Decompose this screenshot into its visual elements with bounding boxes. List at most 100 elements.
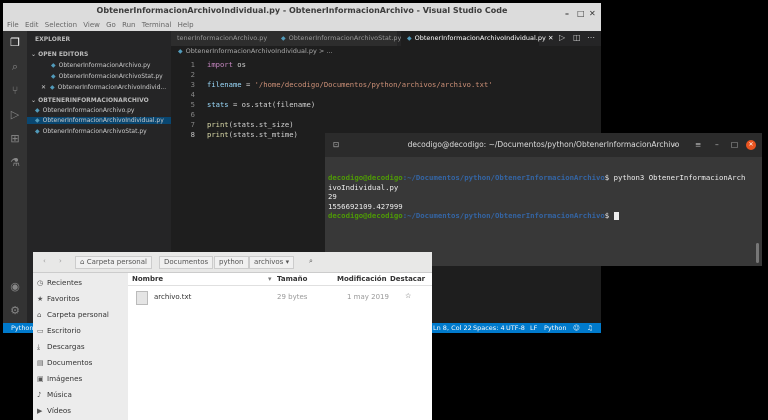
line-number: 4 <box>190 90 195 99</box>
status-spaces[interactable]: Spaces: 4 <box>473 323 505 333</box>
close-icon[interactable]: ✕ <box>548 34 553 42</box>
status-eol[interactable]: LF <box>530 323 537 333</box>
function-name: print <box>207 120 229 129</box>
open-editors-header[interactable]: ⌄ OPEN EDITORS <box>31 51 88 58</box>
file-name: archivo.txt <box>154 293 192 301</box>
gear-icon[interactable]: ⚙ <box>9 305 21 317</box>
variable: stats <box>207 100 229 109</box>
run-icon[interactable]: ▷ <box>559 33 565 42</box>
bell-icon[interactable]: ♫ <box>587 323 593 333</box>
place-imagenes[interactable]: ▣ Imágenes <box>37 374 82 383</box>
close-icon[interactable]: ✕ <box>41 84 46 91</box>
file-item[interactable]: ◆ ObtenerInformacionArchivoStat.py <box>35 128 147 135</box>
close-icon[interactable]: ✕ <box>746 140 756 150</box>
file-item-selected[interactable]: ◆ ObtenerInformacionArchivoIndividual.py <box>27 117 175 124</box>
breadcrumb-documentos[interactable]: Documentos <box>159 256 214 269</box>
tab-archivo-individual[interactable]: ◆ ObtenerInformacionArchivoIndividual.py … <box>401 31 553 46</box>
file-item[interactable]: ◆ ObtenerInformacionArchivo.py <box>35 107 134 114</box>
file-modified: 1 may 2019 <box>347 293 389 301</box>
menu-view[interactable]: View <box>83 19 100 31</box>
menu-go[interactable]: Go <box>106 19 116 31</box>
feedback-icon[interactable]: ☺ <box>573 323 580 333</box>
file-manager-window: ‹ › ⌂ Carpeta personal Documentos python… <box>33 252 432 420</box>
testing-icon[interactable]: ⚗ <box>9 157 21 169</box>
place-escritorio[interactable]: ▭ Escritorio <box>37 326 81 335</box>
maximize-icon[interactable]: □ <box>731 133 738 157</box>
window-title: ObtenerInformacionArchivoIndividual.py -… <box>96 6 508 15</box>
search-icon[interactable]: ⌕ <box>305 256 317 267</box>
breadcrumb[interactable]: ◆ ObtenerInformacionArchivoIndividual.py … <box>178 46 333 57</box>
line-number: 5 <box>190 100 195 109</box>
tab-label: ObtenerInformacionArchivoStat.py <box>288 34 402 42</box>
place-label: Documentos <box>47 358 93 367</box>
breadcrumb-home[interactable]: ⌂ Carpeta personal <box>75 256 152 269</box>
status-position[interactable]: Ln 8, Col 22 <box>433 323 472 333</box>
minimize-icon[interactable]: – <box>715 133 719 157</box>
forward-icon[interactable]: › <box>55 256 66 267</box>
place-carpeta-personal[interactable]: ⌂ Carpeta personal <box>37 310 109 319</box>
extensions-icon[interactable]: ⊞ <box>9 133 21 145</box>
menu-terminal[interactable]: Terminal <box>142 19 172 31</box>
terminal-output[interactable]: decodigo@decodigo:~/Documentos/python/Ob… <box>328 173 760 221</box>
breadcrumb-archivos[interactable]: archivos ▾ <box>249 256 295 269</box>
music-icon: ♪ <box>37 391 42 399</box>
breadcrumb-python[interactable]: python <box>214 256 249 269</box>
tab-archivo[interactable]: tenerInformacionArchivo.py <box>171 31 280 46</box>
place-videos[interactable]: ▶ Vídeos <box>37 406 71 415</box>
open-editor-item[interactable]: ◆ ObtenerInformacionArchivo.py <box>51 62 150 69</box>
column-name[interactable]: Nombre <box>132 275 163 283</box>
line-number: 8 <box>190 130 195 139</box>
place-musica[interactable]: ♪ Música <box>37 390 72 399</box>
file-row[interactable]: archivo.txt 29 bytes 1 may 2019 ☆ <box>128 287 432 307</box>
split-editor-icon[interactable]: ◫ <box>573 33 581 42</box>
column-size[interactable]: Tamaño <box>277 275 307 283</box>
code-line: print(stats.st_mtime) <box>207 130 298 139</box>
breadcrumb-label: Documentos <box>164 258 209 266</box>
run-debug-icon[interactable]: ▷ <box>9 109 21 121</box>
status-language[interactable]: Python <box>544 323 567 333</box>
breadcrumb-label: Carpeta personal <box>86 258 147 266</box>
explorer-icon[interactable]: ❐ <box>9 37 21 49</box>
place-documentos[interactable]: ▤ Documentos <box>37 358 92 367</box>
back-icon[interactable]: ‹ <box>39 256 50 267</box>
place-recientes[interactable]: ◷ Recientes <box>37 278 82 287</box>
file-label: ObtenerInformacionArchivoStat.py <box>42 128 147 135</box>
image-icon: ▣ <box>37 375 44 383</box>
breadcrumb-label: ObtenerInformacionArchivoIndividual.py >… <box>185 47 333 55</box>
code-text: (stats.st_mtime) <box>228 130 298 139</box>
open-editor-label: ObtenerInformacionArchivoStat.py <box>58 73 163 80</box>
more-actions-icon[interactable]: ⋯ <box>587 33 595 42</box>
account-icon[interactable]: ◉ <box>9 281 21 293</box>
source-control-icon[interactable]: ⑂ <box>9 85 21 97</box>
menu-help[interactable]: Help <box>178 19 194 31</box>
place-favoritos[interactable]: ★ Favoritos <box>37 294 79 303</box>
place-descargas[interactable]: ⤓ Descargas <box>37 342 85 352</box>
menu-edit[interactable]: Edit <box>25 19 39 31</box>
file-list: Nombre ▾ Tamaño Modificación Destacar ar… <box>128 273 432 420</box>
terminal-title: decodigo@decodigo: ~/Documentos/python/O… <box>407 140 680 149</box>
folder-header[interactable]: ⌄ OBTENERINFORMACIONARCHIVO <box>31 97 149 104</box>
menu-icon[interactable]: ≡ <box>695 133 701 157</box>
column-modified[interactable]: Modificación <box>337 275 387 283</box>
column-star[interactable]: Destacar <box>390 275 425 283</box>
function-name: print <box>207 130 229 139</box>
clock-icon: ◷ <box>37 279 44 287</box>
text-cursor <box>613 212 619 220</box>
status-encoding[interactable]: UTF-8 <box>506 323 525 333</box>
star-icon[interactable]: ☆ <box>405 292 411 300</box>
menu-selection[interactable]: Selection <box>45 19 77 31</box>
menu-run[interactable]: Run <box>122 19 135 31</box>
search-icon[interactable]: ⌕ <box>673 133 677 157</box>
open-editor-item[interactable]: ◆ ObtenerInformacionArchivoStat.py <box>51 73 163 80</box>
folder-label: OBTENERINFORMACIONARCHIVO <box>38 97 149 104</box>
search-icon[interactable]: ⌕ <box>9 61 21 73</box>
new-tab-icon[interactable]: ⊡ <box>333 133 339 157</box>
open-editor-item[interactable]: ✕ ◆ ObtenerInformacionArchivoIndivid... <box>41 84 166 91</box>
python-file-icon: ◆ <box>50 84 55 91</box>
prompt-path: :~/Documentos/python/ObtenerInformacionA… <box>402 173 605 182</box>
scrollbar[interactable] <box>756 243 759 263</box>
terminal-line: 1556692109.427999 <box>328 201 403 211</box>
tab-archivo-stat[interactable]: ◆ ObtenerInformacionArchivoStat.py <box>275 31 401 46</box>
menu-file[interactable]: File <box>7 19 19 31</box>
sort-chevron-icon[interactable]: ▾ <box>268 275 272 283</box>
